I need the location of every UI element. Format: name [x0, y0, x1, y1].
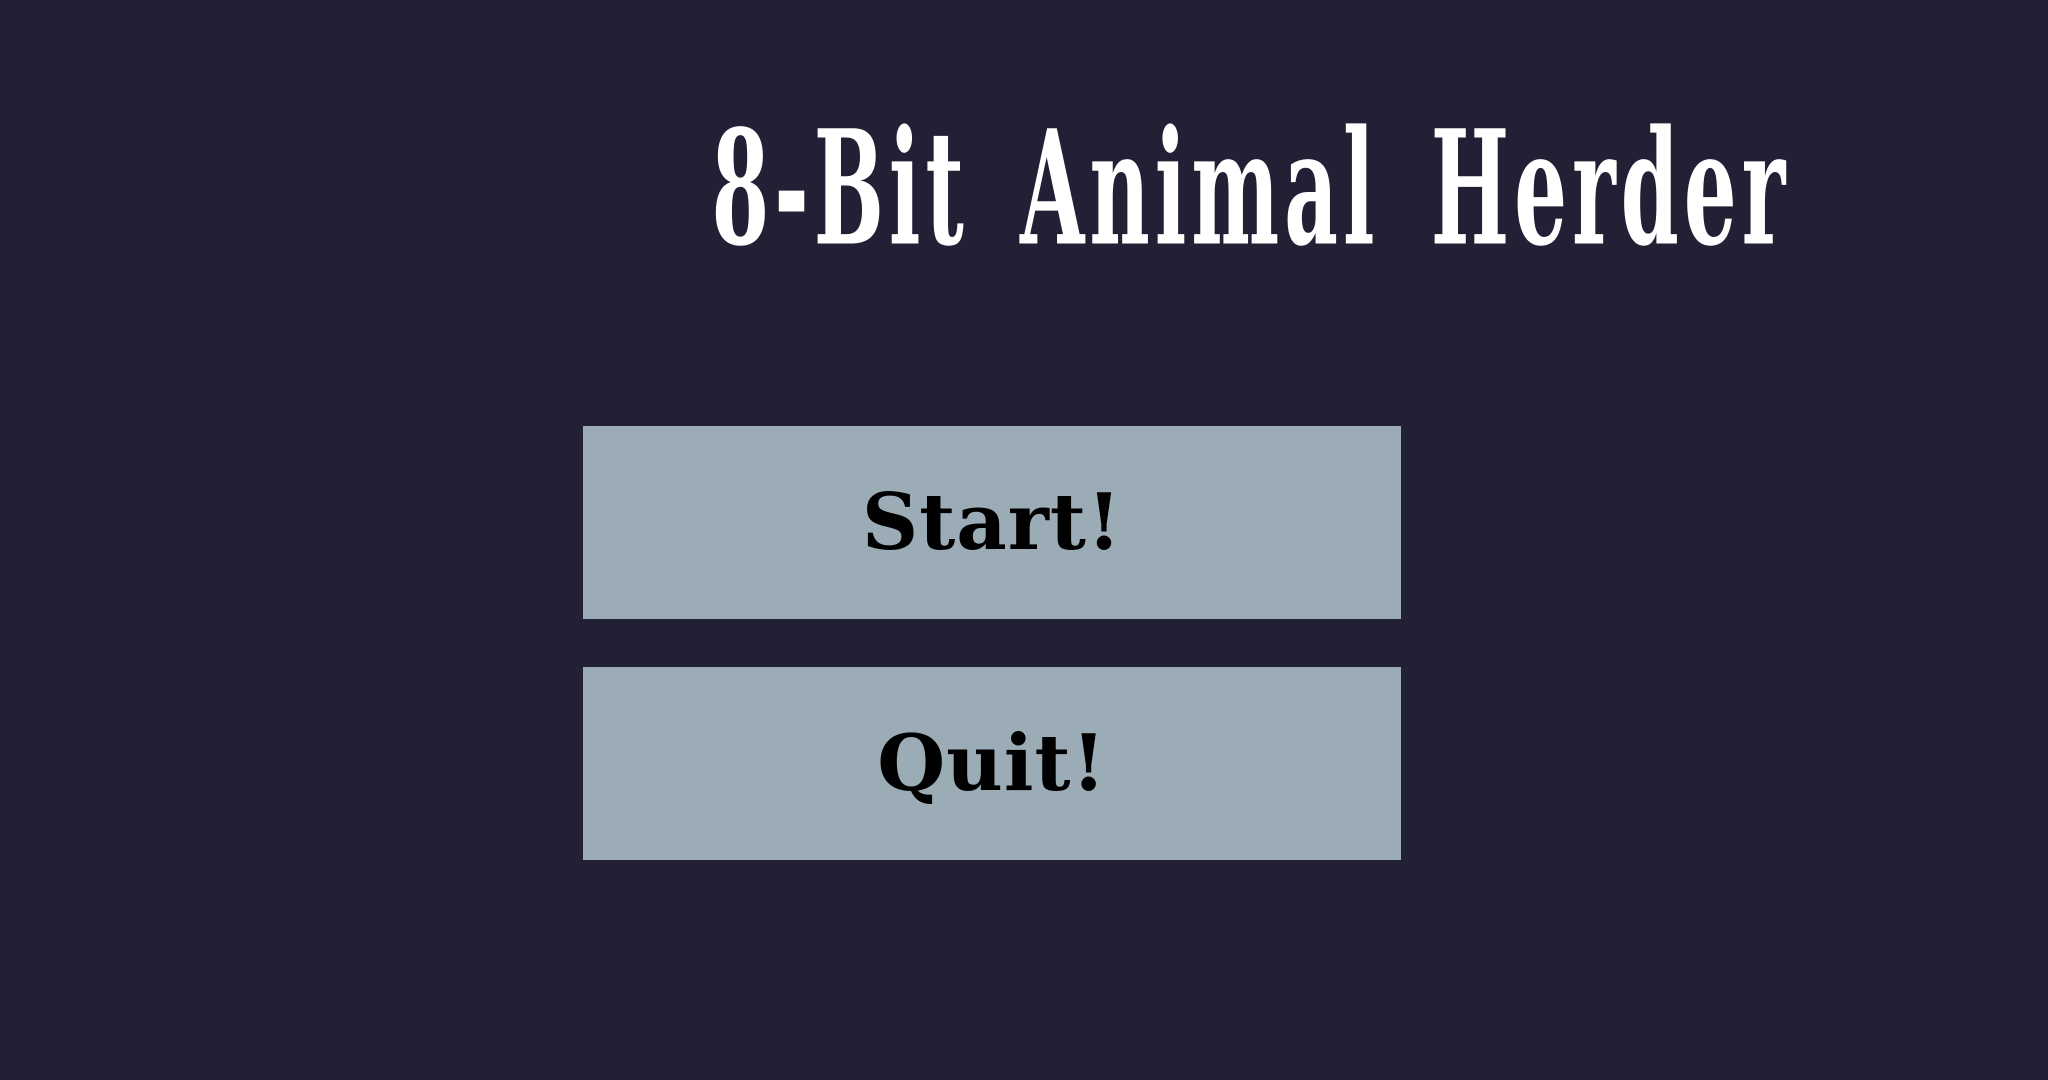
game-title: 8-Bit Animal Herder — [711, 94, 1791, 282]
quit-button[interactable]: Quit! — [583, 667, 1401, 860]
main-menu-screen: 8-Bit Animal Herder Start! Quit! — [0, 0, 2048, 1080]
quit-button-label: Quit! — [877, 717, 1107, 809]
start-button-label: Start! — [861, 476, 1123, 568]
start-button[interactable]: Start! — [583, 426, 1401, 619]
